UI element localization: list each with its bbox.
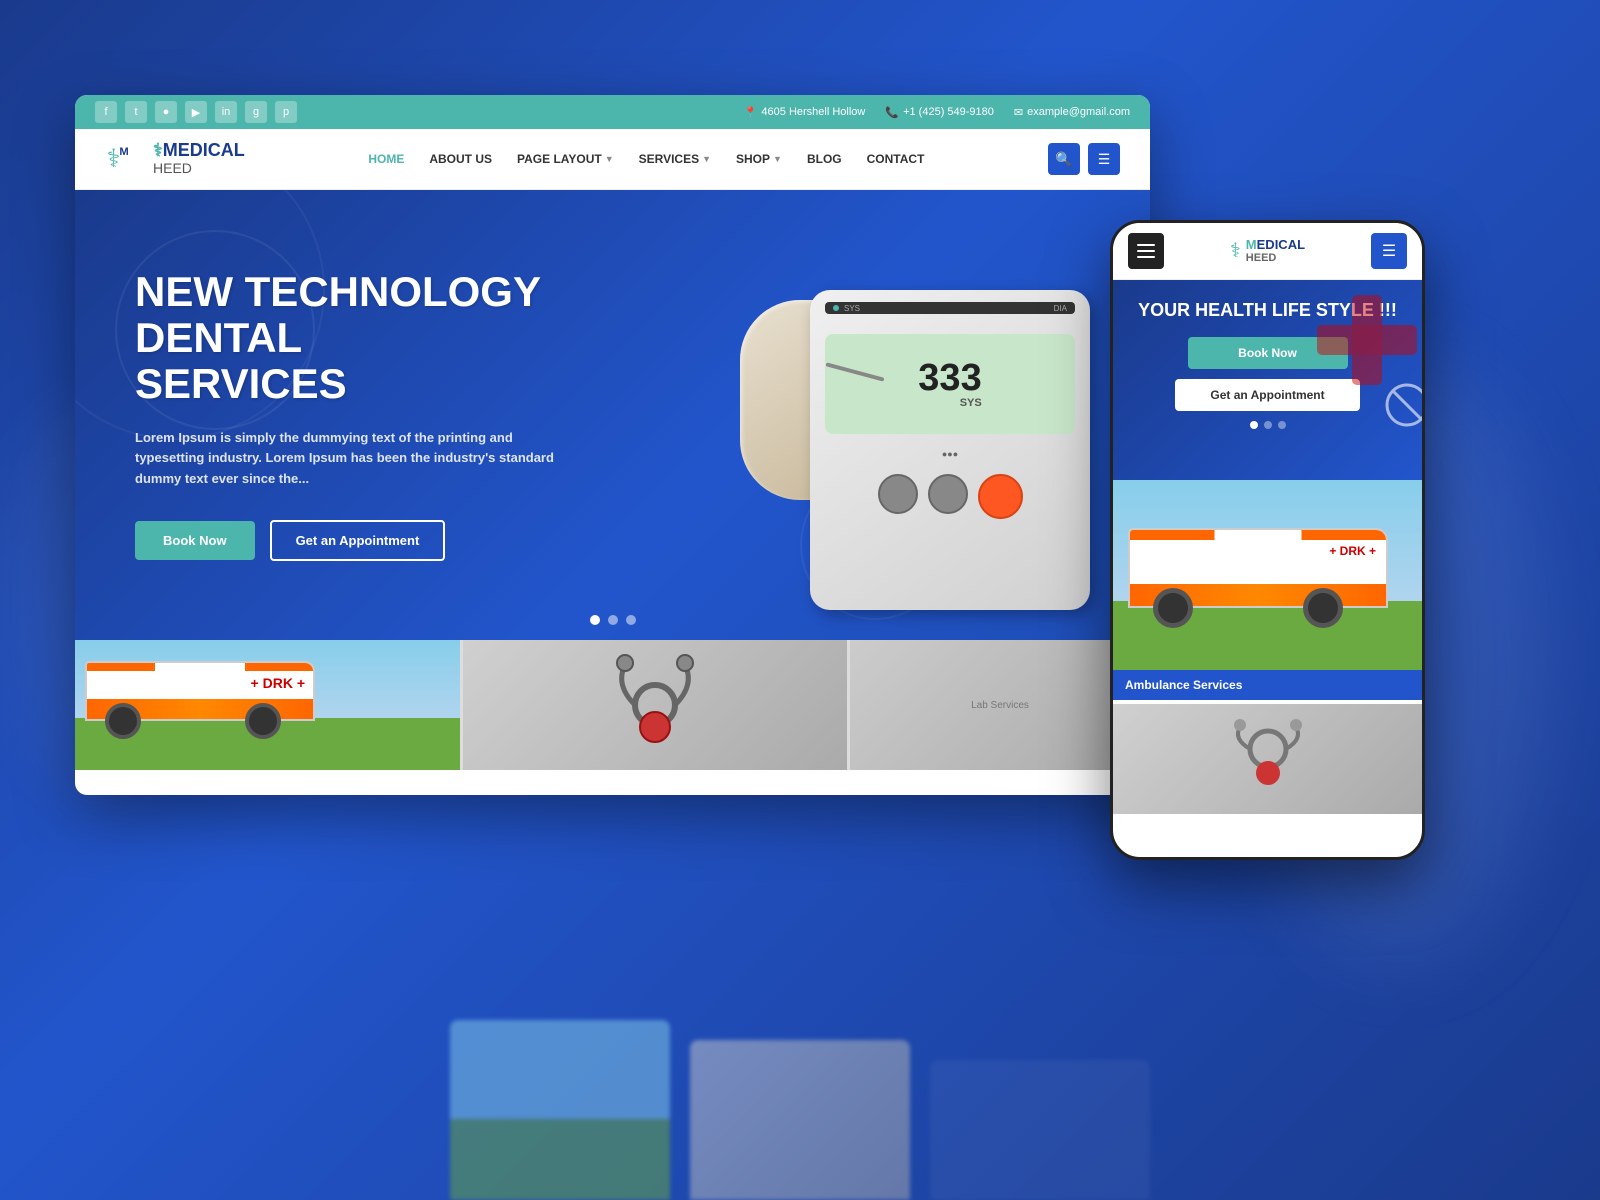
nav-links: HOME ABOUT US PAGE LAYOUT ▼ SERVICES ▼ S…: [368, 152, 924, 166]
phone-icon: 📞: [885, 106, 899, 119]
search-button[interactable]: 🔍: [1048, 143, 1080, 175]
menu-line-2: [1137, 250, 1155, 252]
mobile-stethoscope-svg: [1218, 719, 1318, 799]
mobile-header: ⚕ MEDICAL HEED ☰: [1113, 223, 1422, 280]
medical-card: [463, 640, 848, 770]
logo: ⚕ M ⚕MEDICAL HEED: [105, 139, 245, 179]
slide-dot-2[interactable]: [608, 615, 618, 625]
mobile-medical-visual: [1113, 704, 1422, 814]
mobile-ambulance-card: + DRK + Ambulance Services: [1113, 480, 1422, 700]
book-now-button[interactable]: Book Now: [135, 521, 255, 560]
lab-card: Lab Services: [850, 640, 1150, 770]
hero-buttons: Book Now Get an Appointment: [135, 520, 575, 561]
hero-section: NEW TECHNOLOGY DENTAL SERVICES Lorem Ips…: [75, 190, 1150, 640]
mobile-medical-card: [1113, 704, 1422, 814]
contact-info: 📍 4605 Hershell Hollow 📞 +1 (425) 549-91…: [744, 106, 1130, 119]
nav-shop[interactable]: SHOP ▼: [736, 152, 782, 166]
medical-visual: [463, 640, 848, 770]
svg-text:⚕: ⚕: [107, 145, 121, 173]
hero-title: NEW TECHNOLOGY DENTAL SERVICES: [135, 269, 575, 408]
medical-cross-svg: [1307, 285, 1422, 445]
phone-item: 📞 +1 (425) 549-9180: [885, 106, 994, 119]
pinterest-icon[interactable]: p: [275, 101, 297, 123]
facebook-icon[interactable]: f: [95, 101, 117, 123]
menu-line-3: [1137, 256, 1155, 258]
nav-contact[interactable]: CONTACT: [867, 152, 925, 166]
cards-section: + DRK +: [75, 640, 1150, 770]
twitter-icon[interactable]: t: [125, 101, 147, 123]
nav-bar: ⚕ M ⚕MEDICAL HEED HOME ABOUT US PAGE LAY…: [75, 129, 1150, 190]
bottom-decorative: [0, 980, 1600, 1200]
top-bar: f t ● ▶ in g p 📍 4605 Hershell Hollow 📞 …: [75, 95, 1150, 129]
mobile-logo-brand: MEDICAL: [1246, 238, 1305, 252]
googleplus-icon[interactable]: g: [245, 101, 267, 123]
phone-text: +1 (425) 549-9180: [903, 106, 994, 118]
mobile-dot-1[interactable]: [1250, 421, 1258, 429]
youtube-icon[interactable]: ▶: [185, 101, 207, 123]
bp-screen: 333 SYS: [825, 334, 1075, 434]
bp-controls: [810, 464, 1090, 529]
mobile-mockup: ⚕ MEDICAL HEED ☰ YOUR HEALTH LIFE STYLE …: [1110, 220, 1425, 860]
mobile-dot-2[interactable]: [1264, 421, 1272, 429]
logo-text: ⚕MEDICAL HEED: [153, 141, 245, 176]
hero-subtitle: Lorem Ipsum is simply the dummying text …: [135, 428, 575, 490]
email-icon: ✉: [1014, 106, 1023, 119]
hero-content: NEW TECHNOLOGY DENTAL SERVICES Lorem Ips…: [75, 269, 635, 561]
bp-device-body: SYS DIA 333 SYS ●●●: [810, 290, 1090, 610]
logo-brand: ⚕MEDICAL: [153, 141, 245, 161]
nav-actions: 🔍 ☰: [1048, 143, 1120, 175]
ambulance-card: + DRK +: [75, 640, 460, 770]
mobile-logo: ⚕ MEDICAL HEED: [1230, 238, 1305, 264]
mobile-stethoscope-icon: ⚕: [1230, 238, 1241, 263]
nav-about[interactable]: ABOUT US: [429, 152, 492, 166]
hero-title-line2: SERVICES: [135, 360, 347, 407]
mobile-hero: YOUR HEALTH LIFE STYLE !!! Book Now Get …: [1113, 280, 1422, 480]
mobile-logo-sub: HEED: [1246, 252, 1305, 264]
mobile-dot-3[interactable]: [1278, 421, 1286, 429]
address-item: 📍 4605 Hershell Hollow: [744, 106, 866, 119]
location-icon: 📍: [744, 106, 758, 119]
mobile-menu-button[interactable]: [1128, 233, 1164, 269]
desktop-browser-mockup: f t ● ▶ in g p 📍 4605 Hershell Hollow 📞 …: [75, 95, 1150, 795]
mobile-hero-image: [1307, 285, 1422, 445]
nav-services[interactable]: SERVICES ▼: [639, 152, 711, 166]
address-text: 4605 Hershell Hollow: [761, 106, 865, 118]
mobile-logo-text: MEDICAL HEED: [1246, 238, 1305, 264]
nav-blog[interactable]: BLOG: [807, 152, 842, 166]
hero-title-line1: NEW TECHNOLOGY DENTAL: [135, 268, 540, 361]
instagram-icon[interactable]: ●: [155, 101, 177, 123]
mobile-ambulance-label: Ambulance Services: [1113, 670, 1422, 700]
slide-dots: [590, 615, 636, 625]
hamburger-icon: ☰: [1382, 241, 1396, 261]
stethoscope-svg: [595, 645, 715, 765]
email-text: example@gmail.com: [1027, 106, 1130, 118]
slide-dot-3[interactable]: [626, 615, 636, 625]
menu-line-1: [1137, 244, 1155, 246]
social-icons-group: f t ● ▶ in g p: [95, 101, 297, 123]
logo-sub: HEED: [153, 161, 245, 176]
nav-page-layout[interactable]: PAGE LAYOUT ▼: [517, 152, 614, 166]
get-appointment-button[interactable]: Get an Appointment: [270, 520, 446, 561]
stethoscope-logo-icon: ⚕ M: [105, 139, 145, 179]
linkedin-icon[interactable]: in: [215, 101, 237, 123]
svg-text:M: M: [119, 146, 128, 158]
mobile-nav-button[interactable]: ☰: [1371, 233, 1407, 269]
ambulance-visual: + DRK +: [75, 640, 460, 770]
mobile-ambulance-visual: + DRK +: [1113, 480, 1422, 700]
email-item: ✉ example@gmail.com: [1014, 106, 1130, 119]
nav-home[interactable]: HOME: [368, 152, 404, 166]
menu-button[interactable]: ☰: [1088, 143, 1120, 175]
bp-device-illustration: SYS DIA 333 SYS ●●●: [740, 250, 1120, 630]
slide-dot-1[interactable]: [590, 615, 600, 625]
